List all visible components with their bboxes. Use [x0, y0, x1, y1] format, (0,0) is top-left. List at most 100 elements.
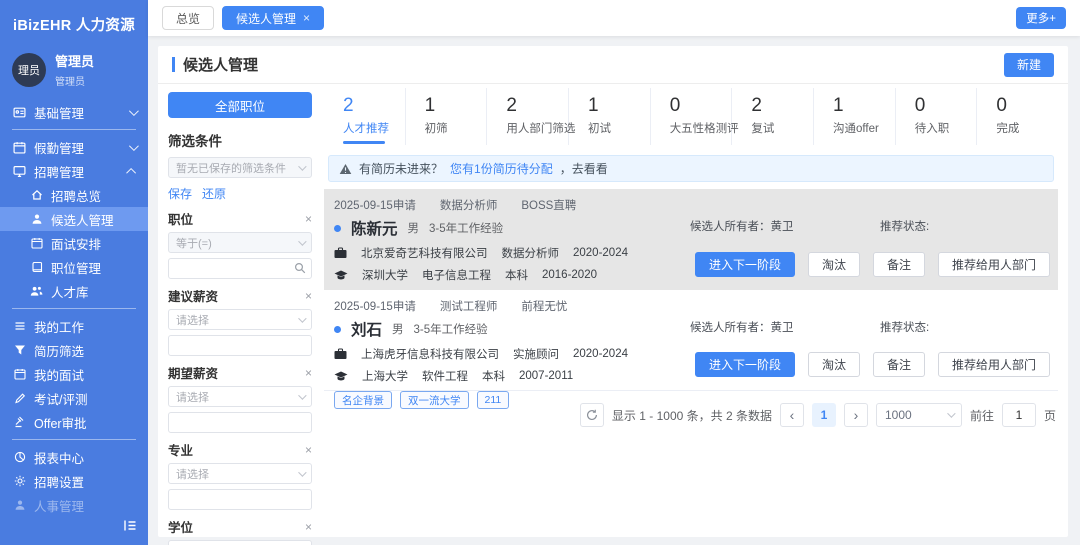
candidate-name[interactable]: 刘石 — [351, 318, 382, 340]
page-size-value: 1000 — [885, 408, 912, 422]
person-icon — [30, 213, 43, 226]
sidebar-item-candidate-management[interactable]: 候选人管理 — [0, 207, 148, 231]
eliminate-button[interactable]: 淘汰 — [808, 352, 860, 377]
sidebar-item-recruit-management[interactable]: 招聘管理 — [0, 159, 148, 183]
sidebar-item-interview-schedule[interactable]: 面试安排 — [0, 231, 148, 255]
sidebar-item-report-center[interactable]: 报表中心 — [0, 445, 148, 469]
alert-text-prefix: 有简历未进来？ — [359, 160, 443, 177]
job-title: 数据分析师 — [502, 245, 560, 261]
sidebar-item-my-interviews[interactable]: 我的面试 — [0, 362, 148, 386]
position-search-wrap — [168, 258, 312, 279]
home-icon — [30, 189, 43, 202]
alert-link[interactable]: 您有1份简历待分配 — [450, 160, 553, 177]
gavel-icon — [13, 416, 26, 429]
sidebar-item-offer-approval[interactable]: Offer审批 — [0, 410, 148, 434]
tab-label: 总览 — [176, 10, 200, 27]
remove-filter-icon[interactable]: × — [305, 367, 312, 379]
stage-talent-recommend[interactable]: 2 人才推荐 — [324, 88, 406, 145]
stage-count: 2 — [506, 95, 568, 117]
prev-icon: ‹ — [790, 408, 795, 422]
sidebar-item-exams-assessments[interactable]: 考试/评测 — [0, 386, 148, 410]
sidebar-item-recruit-settings[interactable]: 招聘设置 — [0, 469, 148, 493]
position-search-input[interactable] — [168, 258, 312, 279]
sidebar-item-attendance-management[interactable]: 假勤管理 — [0, 135, 148, 159]
reset-filter-link[interactable]: 还原 — [202, 185, 226, 202]
all-positions-button[interactable]: 全部职位 — [168, 92, 312, 118]
new-button[interactable]: 新建 — [1004, 53, 1054, 77]
candidate-card[interactable]: 2025-09-15申请 数据分析师 BOSS直聘 陈新元 男 3-5年工作经验… — [324, 189, 1058, 290]
remove-filter-icon[interactable]: × — [305, 521, 312, 533]
remove-filter-icon[interactable]: × — [305, 213, 312, 225]
unread-dot-icon — [334, 326, 341, 333]
filter-group-label: 专业 × — [168, 440, 312, 459]
more-button[interactable]: 更多+ — [1016, 7, 1066, 29]
job-title: 实施顾问 — [513, 346, 559, 362]
sidebar-item-my-work[interactable]: 我的工作 — [0, 314, 148, 338]
candidate-owner: 候选人所有者：黄卫 — [690, 218, 794, 234]
next-stage-button[interactable]: 进入下一阶段 — [695, 252, 795, 277]
stage-count: 2 — [751, 95, 813, 117]
expected-salary-select[interactable]: 请选择 — [168, 386, 312, 407]
sidebar-item-talent-pool[interactable]: 人才库 — [0, 279, 148, 303]
stage-personality-test[interactable]: 0 大五性格测评 — [651, 88, 733, 145]
user-profile[interactable]: 理员 管理员 管理员 — [12, 51, 148, 88]
stage-initial-screening[interactable]: 1 初筛 — [406, 88, 488, 145]
search-icon — [294, 262, 306, 274]
candidate-name[interactable]: 陈新元 — [351, 217, 398, 239]
stage-completed[interactable]: 0 完成 — [977, 88, 1058, 145]
sidebar-collapse-icon[interactable] — [123, 519, 137, 537]
suggested-salary-input[interactable] — [168, 335, 312, 356]
tab-candidate-management[interactable]: 候选人管理 × — [222, 6, 324, 30]
sidebar-item-base-management[interactable]: 基础管理 — [0, 100, 148, 124]
resume-source: BOSS直聘 — [521, 197, 576, 213]
close-icon[interactable]: × — [303, 12, 310, 24]
applied-date: 2025-09-15申请 — [334, 298, 416, 314]
filter-group-label: 期望薪资 × — [168, 363, 312, 382]
stage-offer-communication[interactable]: 1 沟通offer — [814, 88, 896, 145]
briefcase-icon — [334, 348, 347, 360]
recommend-to-dept-button[interactable]: 推荐给用人部门 — [938, 352, 1050, 377]
major-input[interactable] — [168, 489, 312, 510]
stage-first-interview[interactable]: 1 初试 — [569, 88, 651, 145]
filter-group-label: 职位 × — [168, 209, 312, 228]
stage-dept-screening[interactable]: 2 用人部门筛选 — [487, 88, 569, 145]
recommend-status: 推荐状态: — [880, 319, 929, 335]
sidebar-item-hr-management[interactable]: 人事管理 — [0, 493, 148, 517]
eliminate-button[interactable]: 淘汰 — [808, 252, 860, 277]
remark-button[interactable]: 备注 — [873, 352, 925, 377]
candidate-tag: 双一流大学 — [400, 391, 469, 409]
page-unit-label: 页 — [1044, 407, 1056, 424]
chevron-down-icon — [129, 141, 139, 151]
menu-divider — [12, 308, 136, 309]
applied-position: 数据分析师 — [440, 197, 498, 213]
warning-icon — [339, 163, 352, 175]
candidate-gender: 男 — [392, 321, 404, 337]
stage-count: 0 — [996, 95, 1058, 117]
chevron-down-icon — [298, 237, 306, 245]
remove-filter-icon[interactable]: × — [305, 290, 312, 302]
next-stage-button[interactable]: 进入下一阶段 — [695, 352, 795, 377]
user-name: 管理员 — [55, 51, 94, 70]
remark-button[interactable]: 备注 — [873, 252, 925, 277]
stage-second-interview[interactable]: 2 复试 — [732, 88, 814, 145]
stage-pending-onboard[interactable]: 0 待入职 — [896, 88, 978, 145]
sidebar-item-recruit-overview[interactable]: 招聘总览 — [0, 183, 148, 207]
major-select[interactable]: 请选择 — [168, 463, 312, 484]
suggested-salary-select[interactable]: 请选择 — [168, 309, 312, 330]
graduation-cap-icon — [334, 371, 348, 382]
recommend-to-dept-button[interactable]: 推荐给用人部门 — [938, 252, 1050, 277]
sidebar-item-label: 人才库 — [51, 282, 89, 301]
position-operator-select[interactable]: 等于(=) — [168, 232, 312, 253]
expected-salary-input[interactable] — [168, 412, 312, 433]
candidate-card[interactable]: 2025-09-15申请 测试工程师 前程无忧 刘石 男 3-5年工作经验 上海… — [324, 290, 1058, 391]
remove-filter-icon[interactable]: × — [305, 444, 312, 456]
sidebar-item-resume-screening[interactable]: 简历筛选 — [0, 338, 148, 362]
filter-icon — [13, 344, 26, 357]
saved-filters-select[interactable]: 暂无已保存的筛选条件 — [168, 157, 312, 178]
degree-select[interactable]: 请选择 — [168, 540, 312, 545]
save-filter-link[interactable]: 保存 — [168, 185, 192, 202]
page-header: 候选人管理 新建 — [158, 46, 1068, 84]
tab-overview[interactable]: 总览 — [162, 6, 214, 30]
app-root: iBizEHR 人力资源 理员 管理员 管理员 基础管理 假勤管理 招聘管理 — [0, 0, 1080, 545]
sidebar-item-position-management[interactable]: 职位管理 — [0, 255, 148, 279]
